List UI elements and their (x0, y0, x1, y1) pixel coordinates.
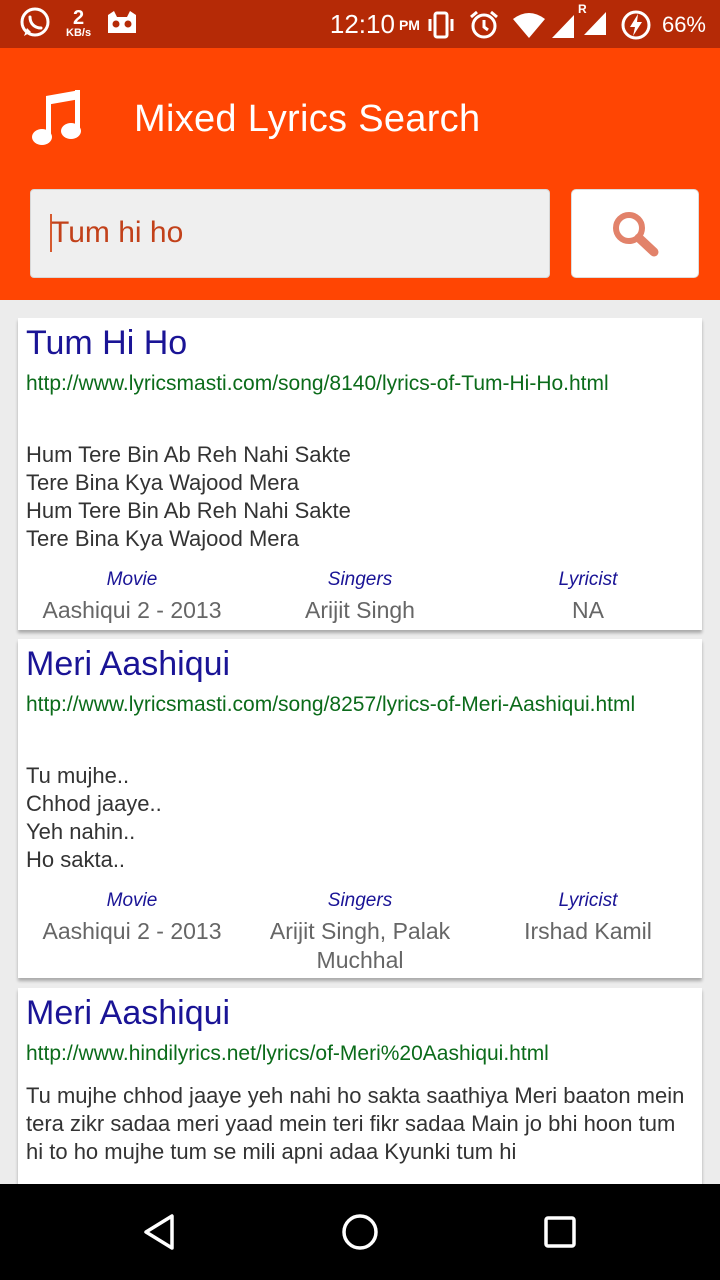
back-button[interactable] (100, 1184, 220, 1280)
whatsapp-icon (20, 7, 50, 37)
singers-value: Arijit Singh (305, 597, 415, 623)
home-circle-icon (342, 1214, 378, 1250)
vibrate-icon (428, 11, 454, 38)
song-title[interactable]: Meri Aashiqui (26, 994, 230, 1033)
result-card[interactable]: Meri Aashiqui http://www.lyricsmasti.com… (18, 639, 702, 978)
network-speed-value: 2 (72, 6, 85, 29)
movie-label: Movie (106, 890, 158, 911)
song-title[interactable]: Meri Aashiqui (26, 645, 230, 684)
singers-info: Singers Arijit Singh (246, 568, 474, 625)
network-speed-unit: KB/s (66, 26, 92, 39)
lyrics-snippet: Tu mujhe chhod jaaye yeh nahi ho sakta s… (26, 1083, 685, 1164)
singers-info: Singers Arijit Singh, Palak Muchhal (246, 889, 474, 975)
lyricist-info: Lyricist NA (474, 568, 702, 625)
clock-time: 12:10 (329, 9, 395, 39)
navigation-bar (0, 1184, 720, 1280)
lyricist-value: NA (572, 597, 604, 623)
app-title: Mixed Lyrics Search (134, 98, 481, 140)
lyrics-snippet: Hum Tere Bin Ab Reh Nahi Sakte Tere Bina… (26, 442, 351, 551)
search-input[interactable]: Tum hi ho (30, 189, 550, 278)
movie-value: Aashiqui 2 - 2013 (42, 918, 222, 944)
wifi-icon (512, 12, 545, 38)
movie-info: Movie Aashiqui 2 - 2013 (18, 889, 246, 946)
battery-percent: 66% (661, 11, 706, 37)
search-input-value: Tum hi ho (51, 216, 184, 249)
singers-label: Singers (327, 569, 393, 590)
app-bar: Mixed Lyrics Search Tum hi ho (0, 48, 720, 300)
signal-icon (551, 14, 574, 38)
lyricist-value: Irshad Kamil (524, 918, 652, 944)
lyricist-label: Lyricist (558, 569, 618, 590)
lyricist-label: Lyricist (558, 890, 618, 911)
alarm-icon (469, 10, 498, 38)
singers-value: Arijit Singh, Palak Muchhal (269, 918, 451, 973)
movie-info: Movie Aashiqui 2 - 2013 (18, 568, 246, 625)
movie-label: Movie (106, 569, 158, 590)
network-speed: 2 KB/s (66, 8, 91, 39)
movie-value: Aashiqui 2 - 2013 (42, 597, 222, 623)
lyricist-info: Lyricist Irshad Kamil (474, 889, 702, 946)
song-title[interactable]: Tum Hi Ho (26, 324, 187, 363)
search-button[interactable] (571, 189, 699, 278)
recents-button[interactable] (500, 1184, 620, 1280)
cat-notification-icon (108, 11, 137, 33)
roaming-signal: R (578, 2, 608, 41)
status-bar: 2 KB/s 12:10 PM R 66% (0, 0, 720, 48)
song-url[interactable]: http://www.hindilyrics.net/lyrics/of-Mer… (26, 1040, 676, 1068)
song-url[interactable]: http://www.lyricsmasti.com/song/8140/lyr… (26, 370, 676, 398)
roaming-badge: R (577, 2, 587, 16)
battery-charging-icon (621, 10, 651, 39)
singers-label: Singers (327, 890, 393, 911)
recents-square-icon (544, 1216, 576, 1248)
search-icon (613, 211, 659, 256)
result-card[interactable]: Tum Hi Ho http://www.lyricsmasti.com/son… (18, 318, 702, 630)
lyrics-snippet: Tu mujhe.. Chhod jaaye.. Yeh nahin.. Ho … (26, 763, 162, 872)
music-note-icon (32, 90, 81, 145)
results-list[interactable]: Tum Hi Ho http://www.lyricsmasti.com/son… (0, 300, 720, 1184)
clock-ampm: PM (398, 16, 420, 33)
home-button[interactable] (300, 1184, 420, 1280)
song-url[interactable]: http://www.lyricsmasti.com/song/8257/lyr… (26, 691, 676, 719)
back-triangle-icon (144, 1214, 174, 1250)
result-card[interactable]: Meri Aashiqui http://www.hindilyrics.net… (18, 988, 702, 1184)
